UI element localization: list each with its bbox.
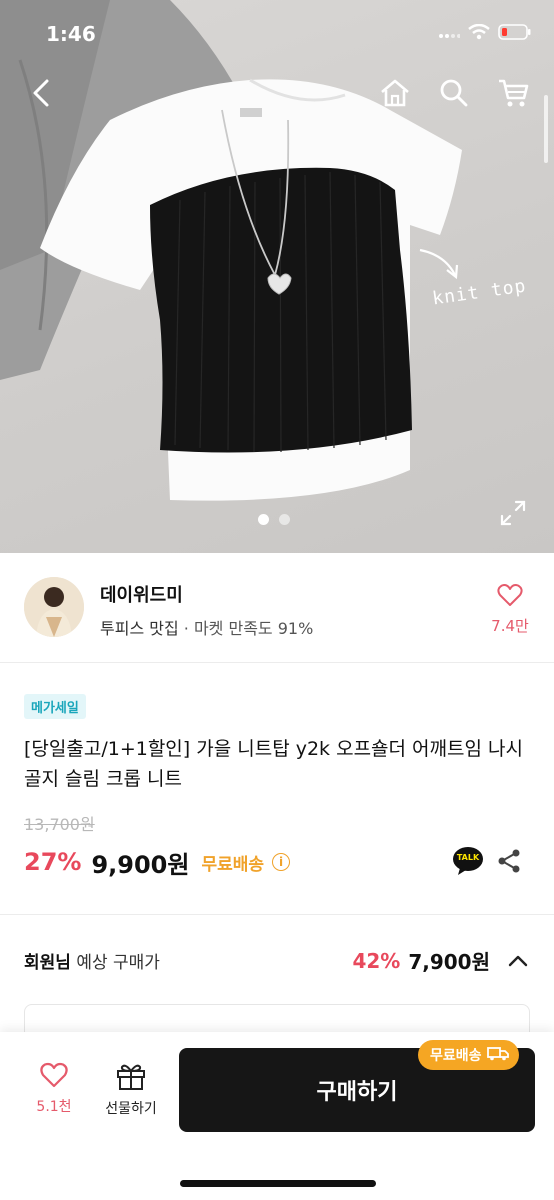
gift-button[interactable]: 선물하기 — [96, 1062, 166, 1118]
home-button[interactable] — [372, 72, 418, 118]
signal-icon — [438, 25, 461, 44]
section-divider — [0, 914, 554, 915]
share-button[interactable] — [496, 848, 522, 874]
member-price-values: 42% 7,900원 — [352, 946, 530, 975]
gift-icon — [116, 1064, 146, 1094]
talk-label: TALK — [456, 853, 480, 862]
free-shipping-pill: 무료배송 — [418, 1040, 519, 1070]
seller-tag: 투피스 맛집 — [100, 619, 179, 638]
seller-avatar[interactable] — [24, 577, 84, 637]
truck-icon — [486, 1045, 509, 1065]
pagination-dot-1[interactable] — [258, 514, 269, 525]
product-image-gallery[interactable]: knit top 1:46 — [0, 0, 554, 553]
free-shipping-pill-label: 무료배송 — [430, 1048, 482, 1064]
cart-button[interactable] — [490, 72, 536, 118]
wishlist-button[interactable]: 5.1천 — [28, 1062, 80, 1116]
product-title: [당일출고/1+1할인] 가을 니트탑 y2k 오프숄더 어깨트임 나시 골지 … — [24, 738, 523, 790]
kakao-talk-button[interactable]: TALK — [452, 846, 484, 876]
expand-icon — [498, 500, 528, 532]
search-icon — [439, 78, 469, 112]
member-label-bold: 회원님 — [24, 953, 71, 973]
member-label-text: 예상 구매가 — [70, 953, 160, 973]
battery-icon — [498, 24, 532, 44]
cart-icon — [497, 78, 529, 112]
sale-price: 9,900원 — [91, 850, 190, 879]
mega-sale-badge: 메가세일 — [24, 694, 86, 719]
home-indicator — [180, 1180, 376, 1187]
status-icons — [438, 23, 532, 44]
member-discount: 42% — [352, 948, 401, 973]
wifi-icon — [468, 23, 490, 44]
scroll-indicator — [544, 95, 548, 163]
original-price: 13,700원 — [24, 815, 95, 834]
price-row: 27% 9,900원 무료배송 i — [24, 844, 291, 880]
seller-name[interactable]: 데이위드미 — [100, 581, 183, 607]
member-price-label: 회원님 예상 구매가 — [24, 948, 160, 973]
seller-like-button[interactable]: 7.4만 — [490, 583, 530, 636]
status-time: 1:46 — [46, 22, 96, 46]
chevron-up-icon[interactable] — [506, 949, 530, 973]
top-navigation — [0, 72, 554, 124]
expand-image-button[interactable] — [498, 498, 528, 528]
free-shipping-label: 무료배송 — [201, 854, 265, 875]
gift-label: 선물하기 — [105, 1101, 157, 1117]
seller-subtitle: 투피스 맛집 · 마켓 만족도 91% — [100, 615, 313, 639]
search-button[interactable] — [431, 72, 477, 118]
share-icon — [496, 849, 522, 878]
pagination-dot-2[interactable] — [279, 514, 290, 525]
info-icon[interactable]: i — [272, 853, 291, 871]
seller-rating: · 마켓 만족도 91% — [183, 619, 314, 638]
gallery-pagination — [258, 514, 290, 525]
back-button[interactable] — [18, 72, 64, 118]
status-bar: 1:46 — [0, 0, 554, 62]
chevron-left-icon — [30, 78, 52, 112]
bottom-action-bar: 5.1천 선물하기 구매하기 무료배송 — [0, 1032, 554, 1200]
home-icon — [379, 78, 411, 112]
seller-like-count: 7.4만 — [491, 617, 529, 635]
member-price-row[interactable]: 회원님 예상 구매가 42% 7,900원 — [24, 946, 530, 974]
member-price: 7,900원 — [408, 950, 490, 974]
seller-section[interactable]: 데이위드미 투피스 맛집 · 마켓 만족도 91% 7.4만 — [0, 553, 554, 663]
heart-icon — [497, 583, 523, 611]
heart-icon — [40, 1062, 68, 1092]
discount-rate: 27% — [24, 848, 82, 876]
wishlist-count: 5.1천 — [36, 1099, 72, 1115]
